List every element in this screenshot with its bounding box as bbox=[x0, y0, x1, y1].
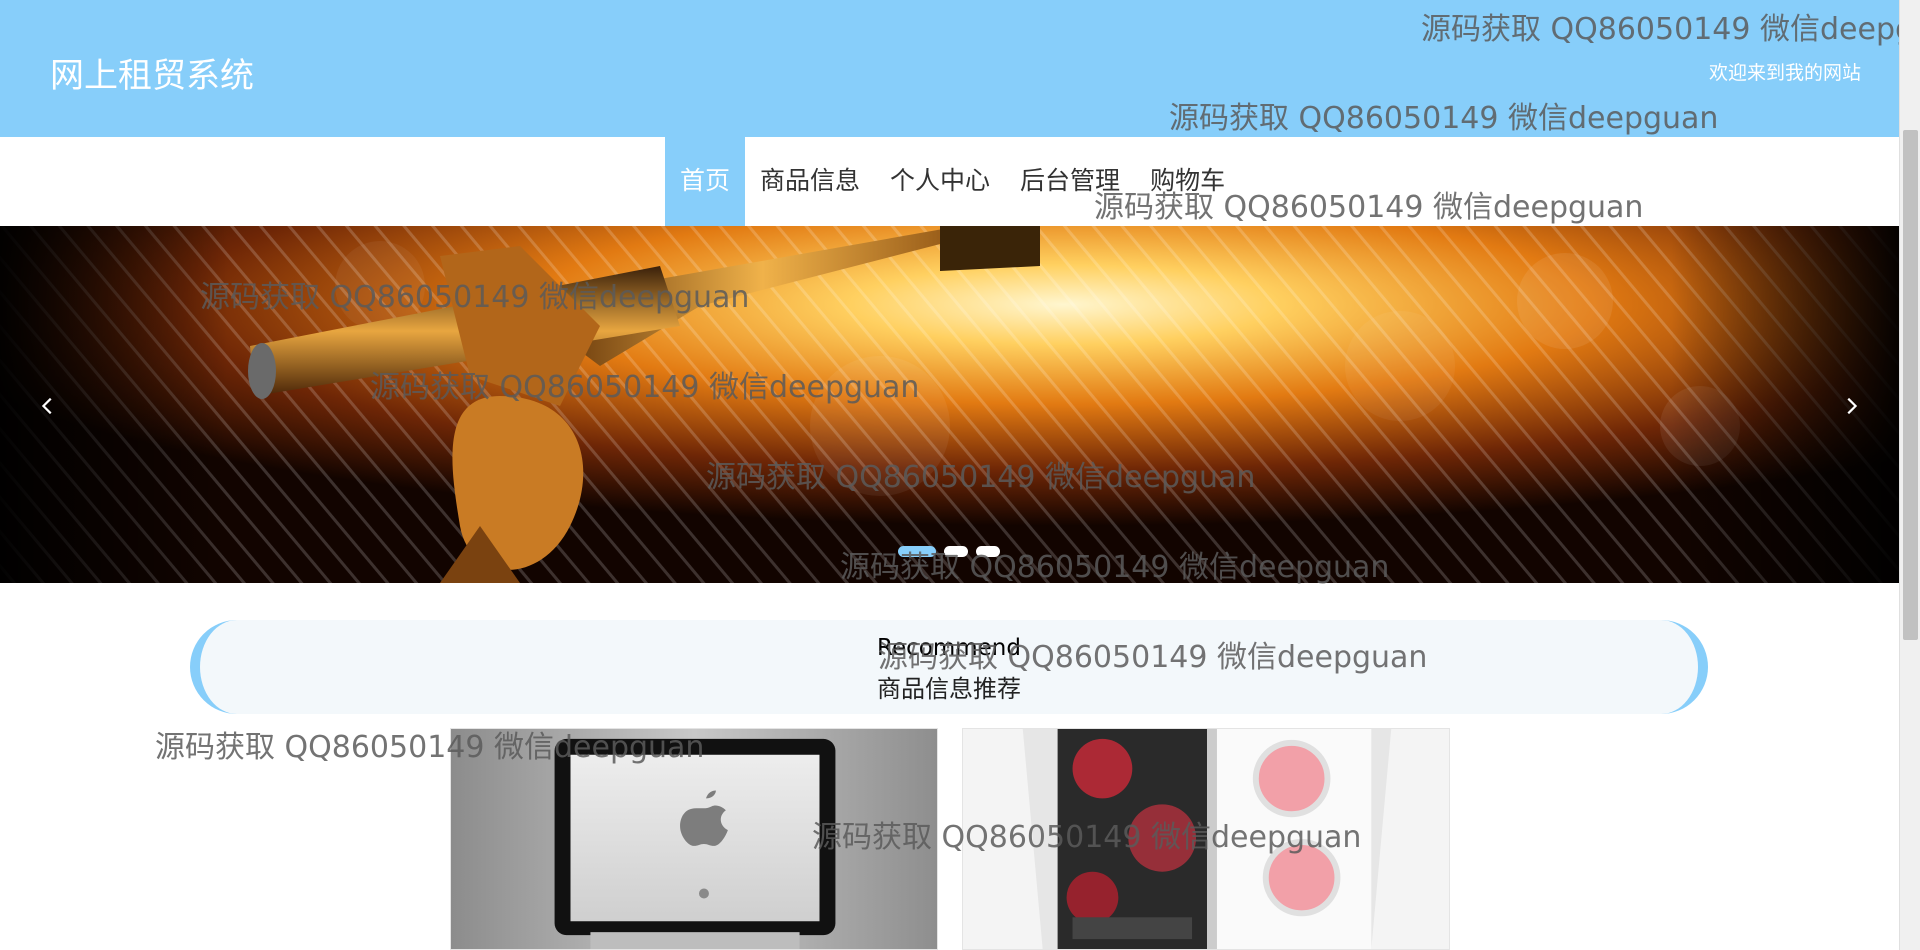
site-title: 网上租贸系统 bbox=[50, 56, 254, 96]
page-scrollbar[interactable] bbox=[1899, 0, 1920, 950]
nav-item-home[interactable]: 首页 bbox=[665, 137, 746, 226]
banner-image bbox=[0, 226, 1899, 583]
carousel-next-button[interactable] bbox=[1831, 386, 1871, 426]
scrollbar-thumb[interactable] bbox=[1903, 130, 1918, 640]
product-image bbox=[451, 729, 937, 949]
chevron-right-icon bbox=[1847, 397, 1858, 415]
carousel-indicators bbox=[898, 546, 1000, 557]
banner-carousel bbox=[0, 226, 1899, 583]
carousel-prev-button[interactable] bbox=[28, 386, 68, 426]
nav-item-cart[interactable]: 购物车 bbox=[1135, 137, 1240, 226]
main-nav: 首页 商品信息 个人中心 后台管理 购物车 bbox=[0, 137, 1899, 226]
carousel-dot[interactable] bbox=[976, 546, 1000, 557]
recommend-heading: Recommend 商品信息推荐 bbox=[190, 620, 1708, 714]
product-image bbox=[963, 729, 1449, 949]
recommend-title-cn: 商品信息推荐 bbox=[877, 675, 1021, 703]
welcome-text: 欢迎来到我的网站 bbox=[1708, 62, 1861, 84]
product-card-pc-case[interactable] bbox=[962, 728, 1450, 950]
product-card-laptop[interactable] bbox=[450, 728, 938, 950]
nav-items: 首页 商品信息 个人中心 后台管理 购物车 bbox=[665, 137, 1240, 226]
nav-item-profile[interactable]: 个人中心 bbox=[875, 137, 1005, 226]
nav-item-products[interactable]: 商品信息 bbox=[745, 137, 875, 226]
carousel-dot[interactable] bbox=[944, 546, 968, 557]
page-viewport: 网上租贸系统 欢迎来到我的网站 首页 商品信息 个人中心 后台管理 购物车 Re… bbox=[0, 0, 1899, 950]
carousel-dot[interactable] bbox=[898, 546, 936, 557]
site-header: 网上租贸系统 欢迎来到我的网站 bbox=[0, 0, 1899, 137]
recommend-title-en: Recommend bbox=[877, 635, 1021, 661]
chevron-left-icon bbox=[41, 397, 52, 415]
nav-item-admin[interactable]: 后台管理 bbox=[1005, 137, 1135, 226]
